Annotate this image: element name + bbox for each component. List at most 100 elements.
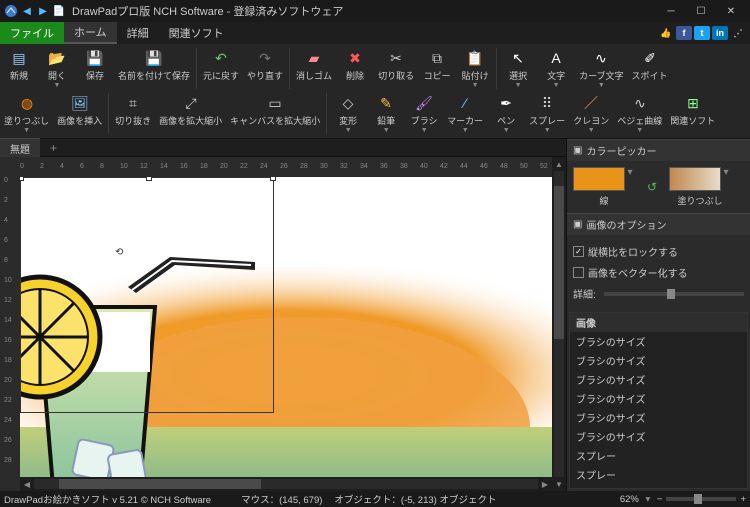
select-button[interactable]: ↖選択▼ [499, 46, 537, 91]
app-icon [4, 4, 18, 18]
zoom-in-button[interactable]: + [740, 494, 746, 505]
eyedrop-button[interactable]: ✐スポイト [628, 46, 672, 91]
paste-button[interactable]: 📋貼付け▼ [456, 46, 494, 91]
redo-button[interactable]: ↷やり直す [243, 46, 287, 91]
bezier-button[interactable]: ∿ベジェ曲線▼ [613, 91, 666, 136]
status-app: DrawPadお絵かきソフト v 5.21 © NCH Software [4, 492, 211, 506]
vertical-scrollbar[interactable]: ▲ ▼ [552, 157, 566, 491]
share-icon[interactable]: ⋰ [730, 26, 746, 40]
layer-item[interactable]: スプレー [570, 446, 747, 465]
horizontal-scrollbar[interactable]: ◀ ▶ [20, 477, 552, 491]
vectorize-checkbox[interactable] [573, 267, 584, 278]
rotate-handle-icon[interactable]: ⟲ [115, 247, 123, 258]
crop-button[interactable]: ⌗切り抜き [111, 91, 155, 136]
fill-button[interactable]: ◍塗りつぶし▼ [0, 91, 53, 136]
layer-item[interactable]: スプレー [570, 484, 747, 489]
svg-text:⌗: ⌗ [129, 95, 137, 111]
layer-item[interactable]: ブラシのサイズ [570, 408, 747, 427]
layer-item[interactable]: ブラシのサイズ [570, 351, 747, 370]
detail-label: 詳細: [573, 286, 596, 301]
insert-image-button[interactable]: 🖼画像を挿入 [53, 91, 106, 136]
stroke-swatch[interactable] [573, 167, 625, 191]
scroll-right-button[interactable]: ▶ [538, 477, 552, 491]
collapse-icon: ▣ [573, 219, 582, 230]
close-button[interactable]: ✕ [716, 0, 746, 22]
linkedin-icon[interactable]: in [712, 26, 728, 40]
pencil-button[interactable]: ✎鉛筆▼ [367, 91, 405, 136]
lock-aspect-checkbox[interactable] [573, 246, 584, 257]
new-tab-button[interactable]: + [40, 141, 67, 155]
swap-colors-button[interactable]: ↺ [643, 178, 661, 196]
canvas[interactable]: ⟲ [20, 177, 552, 477]
fill-dropdown[interactable]: ▾ [721, 167, 731, 191]
maximize-button[interactable]: ☐ [686, 0, 716, 22]
scroll-up-button[interactable]: ▲ [552, 157, 566, 171]
facebook-icon[interactable]: f [676, 26, 692, 40]
resize-image-button[interactable]: ⤢画像を拡大縮小 [155, 91, 226, 136]
svg-text:📂: 📂 [48, 50, 65, 66]
delete-button[interactable]: ✖削除 [336, 46, 374, 91]
detail-slider[interactable] [604, 292, 744, 296]
like-icon[interactable]: 👍 [658, 26, 674, 40]
svg-text:🖼: 🖼 [71, 95, 89, 111]
svg-text:↷: ↷ [259, 50, 271, 66]
copy-button[interactable]: ⧉コピー [418, 46, 456, 91]
eraser-button[interactable]: ▰消しゴム [292, 46, 336, 91]
saveas-icon: 💾 [144, 48, 164, 68]
svg-text:✖: ✖ [349, 50, 361, 66]
svg-text:↶: ↶ [215, 50, 227, 66]
undo-icon: ↶ [211, 48, 231, 68]
pen-button[interactable]: ✒ペン▼ [487, 91, 525, 136]
new-button[interactable]: ▤新規 [0, 46, 38, 91]
text-button[interactable]: A文字▼ [537, 46, 575, 91]
layers-panel[interactable]: 画像ブラシのサイズブラシのサイズブラシのサイズブラシのサイズブラシのサイズブラシ… [569, 312, 748, 489]
menu-detail[interactable]: 詳細 [117, 22, 159, 44]
undo-button[interactable]: ↶元に戻す [199, 46, 243, 91]
brush-button[interactable]: 🖌ブラシ▼ [405, 91, 443, 136]
minimize-button[interactable]: ─ [656, 0, 686, 22]
saveas-button[interactable]: 💾名前を付けて保存 [114, 46, 194, 91]
layer-item[interactable]: スプレー [570, 465, 747, 484]
resize-canvas-button[interactable]: ▭キャンバスを拡大縮小 [226, 91, 324, 136]
nav-back-icon[interactable]: ◀ [20, 4, 34, 18]
zoom-dropdown[interactable]: ▾ [643, 494, 653, 505]
redo-icon: ↷ [255, 48, 275, 68]
related-button[interactable]: ⊞関連ソフト [666, 91, 719, 136]
nav-fwd-icon[interactable]: ▶ [36, 4, 50, 18]
color-picker-header[interactable]: ▣カラーピッカー [567, 139, 750, 161]
spray-button[interactable]: ⠿スプレー▼ [525, 91, 569, 136]
open-button[interactable]: 📂開く▼ [38, 46, 76, 91]
eraser-icon: ▰ [304, 48, 324, 68]
save-button[interactable]: 💾保存 [76, 46, 114, 91]
side-panel: ▣カラーピッカー ▾ 線 ↺ ▾ 塗りつぶし ▣画像のオプション 縦横比をロック… [566, 139, 750, 491]
scroll-down-button[interactable]: ▼ [552, 477, 566, 491]
menubar: ファイル ホーム 詳細 関連ソフト 👍 f t in ⋰ [0, 22, 750, 44]
curvetext-button[interactable]: ∿カーブ文字▼ [575, 46, 627, 91]
fill-swatch[interactable] [669, 167, 721, 191]
menu-file[interactable]: ファイル [0, 22, 64, 44]
menu-home[interactable]: ホーム [64, 22, 117, 44]
transform-button[interactable]: ◇変形▼ [329, 91, 367, 136]
crayon-button[interactable]: ／クレヨン▼ [569, 91, 613, 136]
layer-item[interactable]: ブラシのサイズ [570, 332, 747, 351]
layer-item[interactable]: ブラシのサイズ [570, 389, 747, 408]
layer-item[interactable]: ブラシのサイズ [570, 427, 747, 446]
marker-button[interactable]: ∕マーカー▼ [443, 91, 487, 136]
document-tabs: 無題 + [0, 139, 566, 157]
cut-button[interactable]: ✂切り取る [374, 46, 418, 91]
pencil-icon: ✎ [376, 93, 396, 113]
twitter-icon[interactable]: t [694, 26, 710, 40]
svg-text:🖌: 🖌 [415, 95, 433, 111]
zoom-out-button[interactable]: − [657, 494, 663, 505]
zoom-slider[interactable] [666, 497, 736, 501]
status-mouse: マウス：(145, 679) [241, 492, 322, 506]
text-icon: A [546, 48, 566, 68]
document-tab[interactable]: 無題 [0, 138, 40, 158]
menu-related[interactable]: 関連ソフト [159, 22, 234, 44]
layer-item[interactable]: ブラシのサイズ [570, 370, 747, 389]
svg-text:∕: ∕ [461, 95, 469, 111]
stroke-dropdown[interactable]: ▾ [625, 167, 635, 191]
scroll-left-button[interactable]: ◀ [20, 477, 34, 491]
save-icon: 💾 [85, 48, 105, 68]
image-options-header[interactable]: ▣画像のオプション [567, 213, 750, 235]
